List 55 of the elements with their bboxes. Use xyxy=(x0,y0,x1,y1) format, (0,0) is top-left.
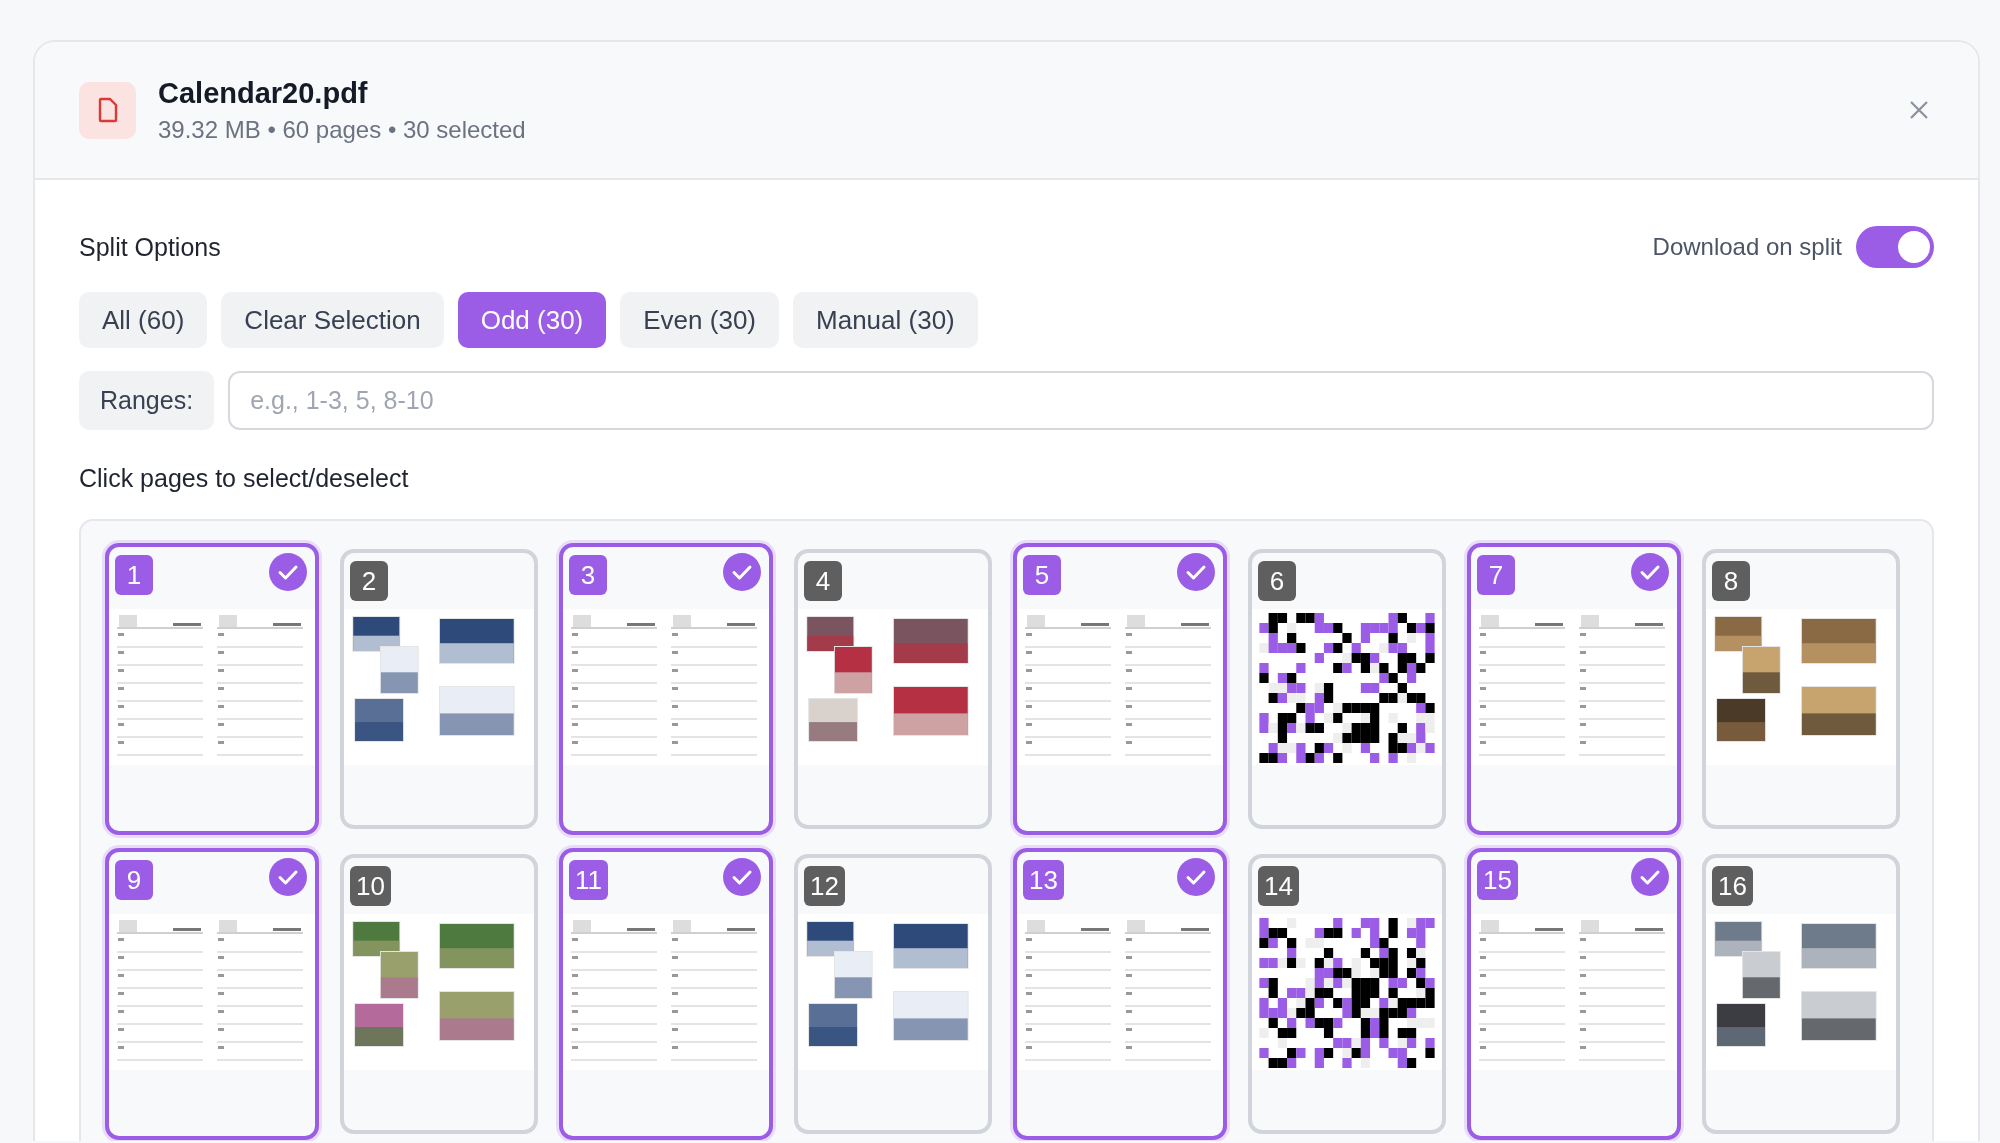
page-card[interactable]: 13 xyxy=(1013,848,1227,1140)
page-card[interactable]: 15 xyxy=(1467,848,1681,1140)
page-card[interactable]: 4 xyxy=(794,549,992,829)
instruction-text: Click pages to select/deselect xyxy=(79,464,410,493)
page-card[interactable]: 14 xyxy=(1248,854,1446,1134)
page-number: 3 xyxy=(569,555,607,595)
checkmark-icon xyxy=(269,858,307,896)
page-card[interactable]: 12 xyxy=(794,854,992,1134)
file-details: 39.32 MB • 60 pages • 30 selected xyxy=(158,115,527,144)
page-number: 16 xyxy=(1712,866,1753,906)
page-number: 7 xyxy=(1477,555,1515,595)
checkmark-icon xyxy=(1177,553,1215,591)
page-card[interactable]: 7 xyxy=(1467,543,1681,835)
checkmark-icon xyxy=(723,858,761,896)
page-card[interactable]: 16 xyxy=(1702,854,1900,1134)
toggle-label: Download on split xyxy=(1652,233,1842,261)
file-name: Calendar20.pdf xyxy=(158,76,369,110)
page-card[interactable]: 11 xyxy=(559,848,773,1140)
toggle-switch[interactable] xyxy=(1856,226,1934,268)
ranges-input-field[interactable]: e.g., 1-3, 5, 8-10 xyxy=(228,371,1934,430)
page-number: 1 xyxy=(115,555,153,595)
filter-button[interactable]: Clear Selection xyxy=(221,292,444,348)
page-number: 15 xyxy=(1477,860,1518,900)
checkmark-icon xyxy=(1631,858,1669,896)
filter-button[interactable]: Even (30) xyxy=(620,292,779,348)
page-number: 4 xyxy=(804,561,842,601)
checkmark-icon xyxy=(723,553,761,591)
page-number: 13 xyxy=(1023,860,1064,900)
page-card[interactable]: 9 xyxy=(105,848,319,1140)
page-card[interactable]: 1 xyxy=(105,543,319,835)
filter-button[interactable]: Odd (30) xyxy=(457,292,607,348)
page-card[interactable]: 6 xyxy=(1248,549,1446,829)
page-number: 8 xyxy=(1712,561,1750,601)
page-number: 10 xyxy=(350,866,391,906)
checkmark-icon xyxy=(1177,858,1215,896)
page-card[interactable]: 10 xyxy=(340,854,538,1134)
page-card[interactable]: 3 xyxy=(559,543,773,835)
checkmark-icon xyxy=(1631,553,1669,591)
page-card[interactable]: 8 xyxy=(1702,549,1900,829)
filter-button[interactable]: Manual (30) xyxy=(793,292,978,348)
page-number: 6 xyxy=(1258,561,1296,601)
section-title: Split Options xyxy=(79,232,221,262)
file-icon xyxy=(79,81,136,139)
page-card[interactable]: 2 xyxy=(340,549,538,829)
page-number: 14 xyxy=(1258,866,1299,906)
page-number: 2 xyxy=(350,561,388,601)
checkmark-icon xyxy=(269,553,307,591)
page-card[interactable]: 5 xyxy=(1013,543,1227,835)
ranges-label: Ranges: xyxy=(79,371,215,430)
close-icon xyxy=(1908,99,1930,121)
filter-button[interactable]: All (60) xyxy=(79,292,208,348)
page-number: 11 xyxy=(569,860,608,900)
page-number: 12 xyxy=(804,866,845,906)
page-number: 9 xyxy=(115,860,153,900)
page-number: 5 xyxy=(1023,555,1061,595)
